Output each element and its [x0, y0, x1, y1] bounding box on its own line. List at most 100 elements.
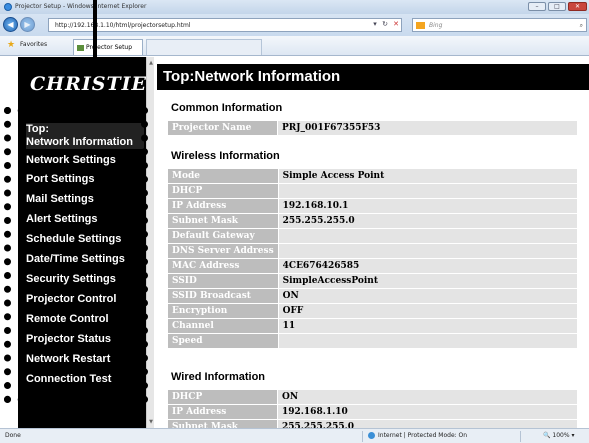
title-bar: Projector Setup - Windows Internet Explo… — [0, 0, 589, 14]
search-icon[interactable]: ⌕ — [580, 19, 583, 32]
table-row: DHCP — [167, 183, 579, 199]
row-key: SSID — [167, 273, 279, 289]
callout-line — [93, 0, 97, 62]
status-bar: Done Internet | Protected Mode: On 🔍 100… — [0, 428, 589, 443]
row-key: Speed — [167, 333, 279, 349]
info-table: Projector Name PRJ_001F67355F53 — [167, 120, 578, 136]
new-tab-button[interactable] — [146, 39, 262, 55]
sidebar-item-projector-control[interactable]: Projector Control — [26, 293, 144, 306]
globe-icon — [368, 432, 375, 439]
table-row: Default Gateway — [167, 228, 579, 244]
row-key: Projector Name — [167, 120, 278, 136]
row-value: SimpleAccessPoint — [277, 273, 579, 289]
row-value: 4CE676426585 — [277, 258, 579, 274]
table-row: DHCP ON — [167, 389, 578, 405]
sidebar-item-security-settings[interactable]: Security Settings — [26, 273, 144, 286]
page-title: Top:Network Information — [157, 64, 589, 90]
scroll-up-icon[interactable]: ▲ — [147, 59, 155, 67]
row-value: ON — [277, 389, 578, 405]
search-placeholder: Bing — [429, 22, 443, 29]
status-text: Done — [5, 432, 21, 439]
sidebar-item-remote-control[interactable]: Remote Control — [26, 313, 144, 326]
row-value — [277, 243, 579, 259]
row-key: DHCP — [167, 389, 278, 405]
table-row: IP Address 192.168.10.1 — [167, 198, 579, 214]
address-input[interactable]: http://192.168.1.10/html/projectorsetup.… — [48, 18, 402, 32]
sidebar-item-mail-settings[interactable]: Mail Settings — [26, 193, 144, 206]
row-value: 255.255.255.0 — [277, 213, 579, 229]
row-key: MAC Address — [167, 258, 279, 274]
browser-window: Projector Setup - Windows Internet Explo… — [0, 0, 589, 443]
section-heading: Wireless Information — [171, 150, 280, 162]
tab-projector-setup[interactable]: Projector Setup — [73, 39, 143, 55]
main-panel: Top:Network Information Common Informati… — [157, 57, 589, 435]
table-row: SSID SimpleAccessPoint — [167, 273, 579, 289]
bing-icon — [416, 22, 425, 29]
row-value: Simple Access Point — [277, 168, 579, 184]
table-row: Projector Name PRJ_001F67355F53 — [167, 120, 578, 136]
row-value: 192.168.1.10 — [277, 404, 578, 420]
table-row: Subnet Mask 255.255.255.0 — [167, 213, 579, 229]
search-input[interactable]: Bing ⌕ — [412, 18, 587, 32]
sidebar-item-connection-test[interactable]: Connection Test — [26, 373, 144, 386]
row-key: SSID Broadcast — [167, 288, 279, 304]
row-key: Channel — [167, 318, 279, 334]
table-row: Speed — [167, 333, 579, 349]
row-key: Subnet Mask — [167, 213, 279, 229]
row-key: IP Address — [167, 198, 279, 214]
stop-icon[interactable]: ✕ — [391, 19, 401, 29]
compat-view-icon[interactable]: ▾ — [370, 19, 380, 29]
christie-logo: CHRISTIE — [30, 73, 147, 95]
row-value: ON — [277, 288, 579, 304]
info-table: Mode Simple Access Point DHCP IP Address 192… — [167, 168, 579, 349]
security-zone[interactable]: Internet | Protected Mode: On — [368, 429, 467, 443]
forward-button[interactable]: ▶ — [20, 17, 35, 32]
row-key: Default Gateway — [167, 228, 279, 244]
favorites-star-icon[interactable]: ★ — [7, 40, 15, 50]
address-row: ◀ ▶ http://192.168.1.10/html/projectorse… — [0, 14, 589, 36]
sidebar-item-network-restart[interactable]: Network Restart — [26, 353, 144, 366]
row-value: 11 — [277, 318, 579, 334]
page-content: CHRISTIE ▲ ▼ Top: Network Information Net… — [0, 57, 589, 435]
table-row: Channel 11 — [167, 318, 579, 334]
table-row: MAC Address 4CE676426585 — [167, 258, 579, 274]
row-value — [277, 183, 579, 199]
sidebar-item-projector-status[interactable]: Projector Status — [26, 333, 144, 346]
sidebar-item-alert-settings[interactable]: Alert Settings — [26, 213, 144, 226]
refresh-icon[interactable]: ↻ — [380, 19, 390, 29]
row-key: DHCP — [167, 183, 279, 199]
row-value: 192.168.10.1 — [277, 198, 579, 214]
row-key: IP Address — [167, 404, 278, 420]
row-value: PRJ_001F67355F53 — [277, 120, 578, 136]
section-heading: Wired Information — [171, 371, 266, 383]
favorites-bar: ★ Favorites Projector Setup — [0, 36, 589, 56]
ie-logo-icon — [4, 3, 12, 11]
row-value — [277, 333, 579, 349]
sidebar-item-port-settings[interactable]: Port Settings — [26, 173, 144, 186]
sidebar-item-top-network-information[interactable]: Top: Network Information — [26, 123, 144, 149]
maximize-button[interactable]: □ — [548, 2, 566, 11]
sidebar-item-network-settings[interactable]: Network Settings — [26, 154, 144, 167]
back-button[interactable]: ◀ — [3, 17, 18, 32]
close-button[interactable]: ✕ — [568, 2, 587, 11]
divider — [520, 431, 521, 442]
divider — [362, 431, 363, 442]
sidebar-scrollbar[interactable]: ▲ ▼ — [146, 57, 154, 428]
minimize-button[interactable]: – — [528, 2, 546, 11]
favorites-button[interactable]: Favorites — [20, 41, 47, 48]
table-row: Mode Simple Access Point — [167, 168, 579, 184]
sidebar-item-date-time-settings[interactable]: Date/Time Settings — [26, 253, 144, 266]
window-title: Projector Setup - Windows Internet Explo… — [15, 3, 147, 10]
table-row: Encryption OFF — [167, 303, 579, 319]
zoom-level: 100% — [552, 432, 570, 439]
scroll-down-icon[interactable]: ▼ — [147, 418, 155, 426]
row-key: Mode — [167, 168, 279, 184]
zone-text: Internet | Protected Mode: On — [378, 432, 468, 439]
sidebar-item-schedule-settings[interactable]: Schedule Settings — [26, 233, 144, 246]
section-heading: Common Information — [171, 102, 283, 114]
zoom-control[interactable]: 🔍 100% ▾ — [543, 429, 574, 443]
row-key: DNS Server Address — [167, 243, 279, 259]
table-row: DNS Server Address — [167, 243, 579, 259]
row-value: OFF — [277, 303, 579, 319]
row-value — [277, 228, 579, 244]
